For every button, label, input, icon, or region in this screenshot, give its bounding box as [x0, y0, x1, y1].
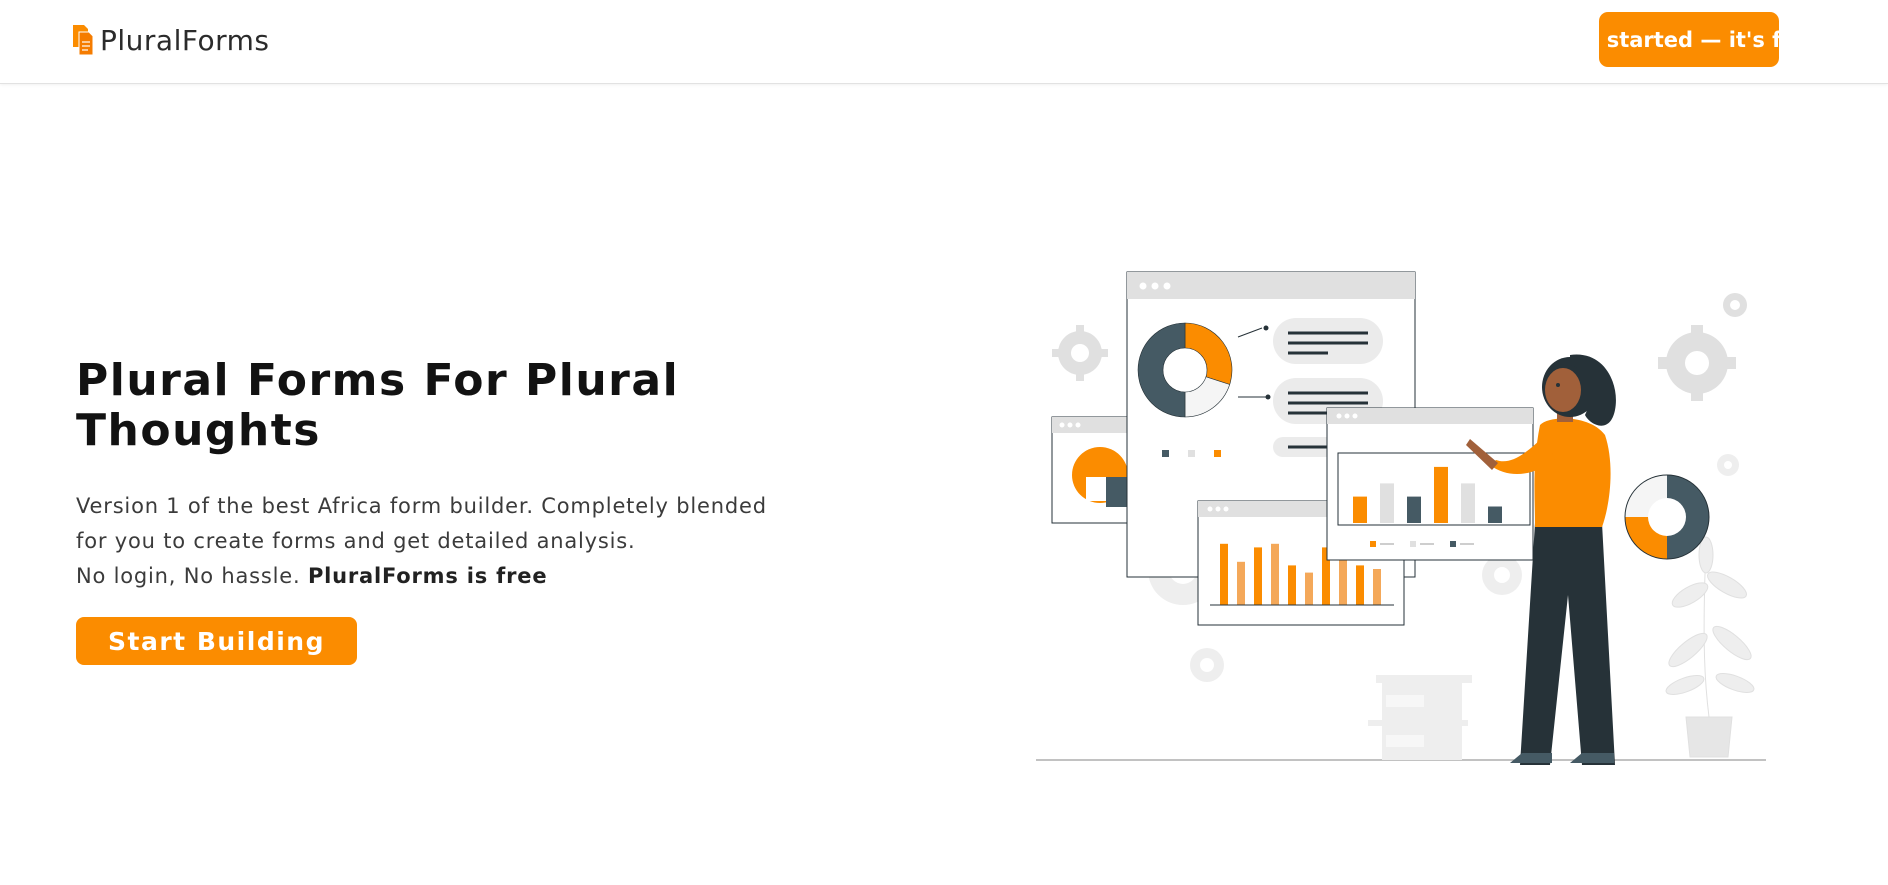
- top-navbar: PluralForms Get started — it's free: [0, 0, 1888, 84]
- hero-description-line: for you to create forms and get detailed…: [76, 529, 636, 553]
- document-stack-icon: [73, 25, 94, 56]
- bar: [1237, 561, 1245, 605]
- gear-icon: [1482, 555, 1522, 595]
- gear-icon: [1723, 293, 1747, 317]
- bar: [1271, 543, 1279, 605]
- bar: [1254, 547, 1262, 605]
- bar: [1380, 483, 1394, 523]
- gear-icon: [1658, 325, 1736, 401]
- free-tagline: PluralForms is free: [307, 564, 548, 588]
- hero-description-line: Version 1 of the best Africa form builde…: [76, 494, 767, 518]
- donut-chart-right: [1624, 474, 1710, 560]
- hero-description: Version 1 of the best Africa form builde…: [76, 489, 836, 594]
- analytics-illustration: [1036, 271, 1766, 765]
- start-building-button[interactable]: Start Building: [76, 617, 357, 665]
- gear-icon: [1717, 454, 1739, 476]
- bar: [1305, 572, 1313, 605]
- get-started-button[interactable]: Get started — it's free: [1558, 12, 1820, 67]
- bar: [1353, 496, 1367, 523]
- bar: [1339, 558, 1347, 605]
- gear-icon: [1052, 325, 1108, 381]
- bar: [1407, 496, 1421, 523]
- plant-illustration: [1665, 536, 1755, 758]
- brand-name: PluralForms: [100, 23, 270, 57]
- gear-icon: [1190, 648, 1224, 682]
- hero-description-text: No login, No hassle.: [76, 564, 308, 588]
- donut-chart: [1137, 322, 1233, 418]
- hero-description-line: No login, No hassle. PluralForms is free: [76, 559, 836, 594]
- bar: [1488, 506, 1502, 523]
- bar: [1356, 565, 1364, 605]
- bar: [1373, 569, 1381, 605]
- hero-title: Plural Forms For Plural Thoughts: [76, 355, 680, 456]
- bar: [1288, 565, 1296, 605]
- storage-boxes: [1368, 675, 1472, 760]
- bar: [1461, 483, 1475, 523]
- bar-chart-card-small: [1326, 407, 1534, 561]
- bar: [1434, 466, 1448, 523]
- bar: [1220, 543, 1228, 605]
- brand-logo-link[interactable]: PluralForms: [72, 22, 269, 58]
- donut-hole: [1162, 347, 1208, 393]
